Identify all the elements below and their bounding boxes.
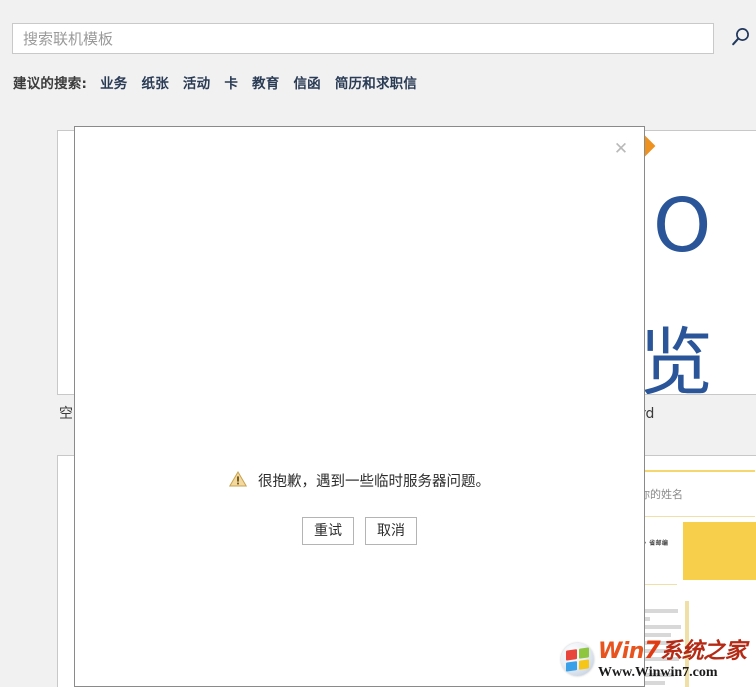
suggested-searches: 建议的搜索: 业务 纸张 活动 卡 教育 信函 简历和求职信 [13,72,417,92]
search-header: 建议的搜索: 业务 纸张 活动 卡 教育 信函 简历和求职信 [0,0,756,100]
search-input[interactable] [12,23,714,54]
search-button[interactable] [726,23,756,54]
server-error-dialog: ✕ 很抱歉，遇到一些临时服务器问题。 重试 取消 [74,126,645,687]
cancel-button[interactable]: 取消 [365,517,417,545]
suggested-searches-label: 建议的搜索: [13,76,88,92]
suggested-link-paper[interactable]: 纸张 [142,72,169,92]
retry-button[interactable]: 重试 [302,517,354,545]
resume-side-rule [685,601,689,687]
suggested-link-letter[interactable]: 信函 [293,72,320,92]
dialog-message-text: 很抱歉，遇到一些临时服务器问题。 [258,474,490,490]
word-brand-glyph: O [653,183,714,269]
dialog-message-row: 很抱歉，遇到一些临时服务器问题。 [228,470,490,491]
warning-icon [228,470,248,491]
suggested-link-resume[interactable]: 简历和求职信 [335,72,417,92]
dialog-button-row: 重试 取消 [75,517,644,545]
suggested-link-education[interactable]: 教育 [252,72,279,92]
resume-accent-block [683,522,756,580]
suggested-link-event[interactable]: 活动 [183,72,210,92]
search-icon [730,26,752,51]
search-row [12,23,749,56]
suggested-link-business[interactable]: 业务 [100,72,127,92]
dialog-body: 很抱歉，遇到一些临时服务器问题。 重试 取消 [75,470,644,545]
close-icon[interactable]: ✕ [606,135,636,163]
suggested-link-card[interactable]: 卡 [224,72,238,92]
